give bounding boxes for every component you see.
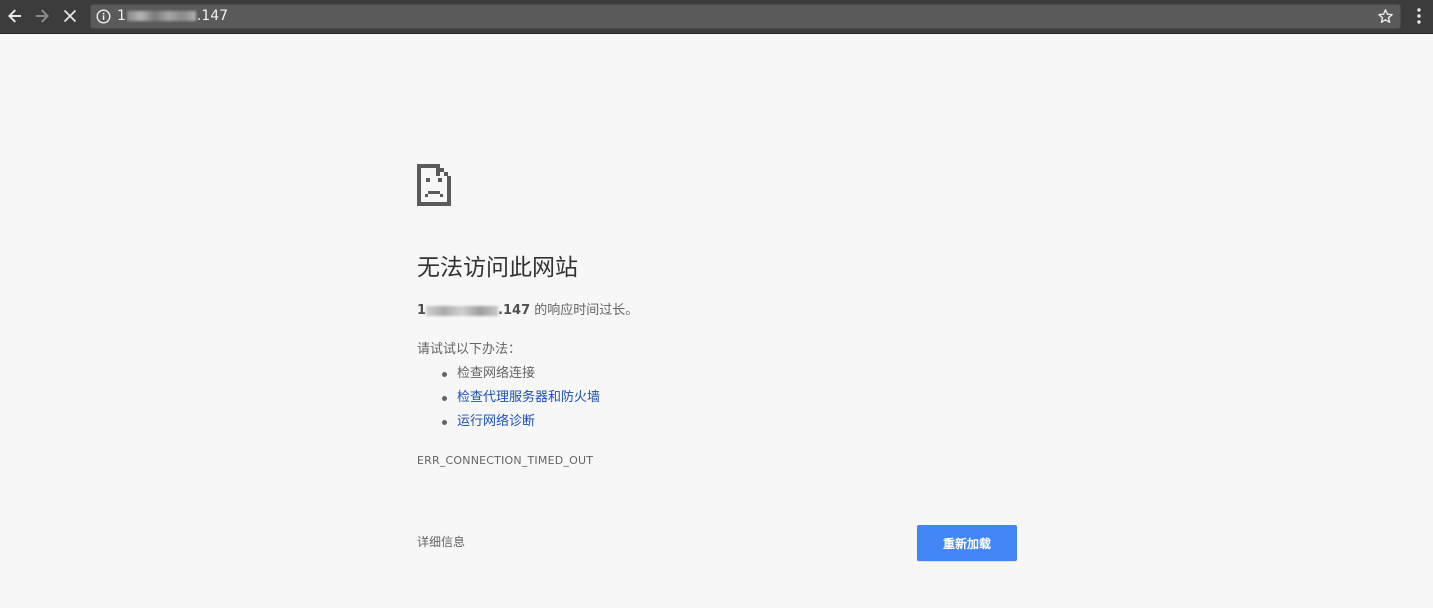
back-button[interactable]: [4, 5, 26, 27]
bullet-icon: [442, 396, 447, 401]
summary-text: 的响应时间过长。: [530, 303, 639, 318]
bullet-icon: [442, 420, 447, 425]
suggestion-item-network-diagnostics[interactable]: 运行网络诊断: [417, 413, 600, 437]
details-button[interactable]: 详细信息: [417, 534, 465, 550]
network-diagnostics-link[interactable]: 运行网络诊断: [457, 414, 535, 429]
url-suffix: .147: [196, 8, 229, 24]
star-icon[interactable]: [1377, 8, 1394, 25]
browser-toolbar: 1 .147: [0, 0, 1433, 34]
suggestion-item-check-proxy[interactable]: 检查代理服务器和防火墙: [417, 389, 600, 413]
suggestions-heading: 请试试以下办法：: [417, 342, 522, 357]
close-icon: [63, 9, 77, 23]
sad-page-icon: [417, 164, 451, 206]
more-vertical-icon[interactable]: [1410, 6, 1428, 26]
page-title: 无法访问此网站: [417, 255, 578, 281]
host-prefix: 1: [417, 303, 427, 318]
host-name: 1 .147: [417, 303, 530, 318]
bullet-icon: [442, 372, 447, 377]
error-code: ERR_CONNECTION_TIMED_OUT: [417, 454, 594, 467]
info-icon[interactable]: [96, 9, 111, 24]
reload-button[interactable]: 重新加载: [917, 525, 1017, 561]
arrow-right-icon: [36, 9, 49, 23]
check-proxy-link[interactable]: 检查代理服务器和防火墙: [457, 390, 600, 405]
host-suffix: .147: [498, 303, 531, 318]
url-text[interactable]: 1 .147: [117, 8, 228, 25]
redacted-host-segment: [426, 305, 499, 316]
arrow-left-icon: [8, 9, 21, 23]
address-bar[interactable]: 1 .147: [90, 4, 1401, 29]
url-prefix: 1: [117, 8, 126, 24]
redacted-url-segment: [126, 11, 196, 21]
forward-button[interactable]: [31, 5, 53, 27]
suggestion-label: 检查网络连接: [457, 366, 536, 381]
suggestion-item-check-connection: 检查网络连接: [417, 365, 600, 389]
error-summary: 1 .147 的响应时间过长。: [417, 302, 638, 319]
suggestions-list: 检查网络连接 检查代理服务器和防火墙 运行网络诊断: [417, 365, 600, 437]
stop-button[interactable]: [59, 5, 81, 27]
